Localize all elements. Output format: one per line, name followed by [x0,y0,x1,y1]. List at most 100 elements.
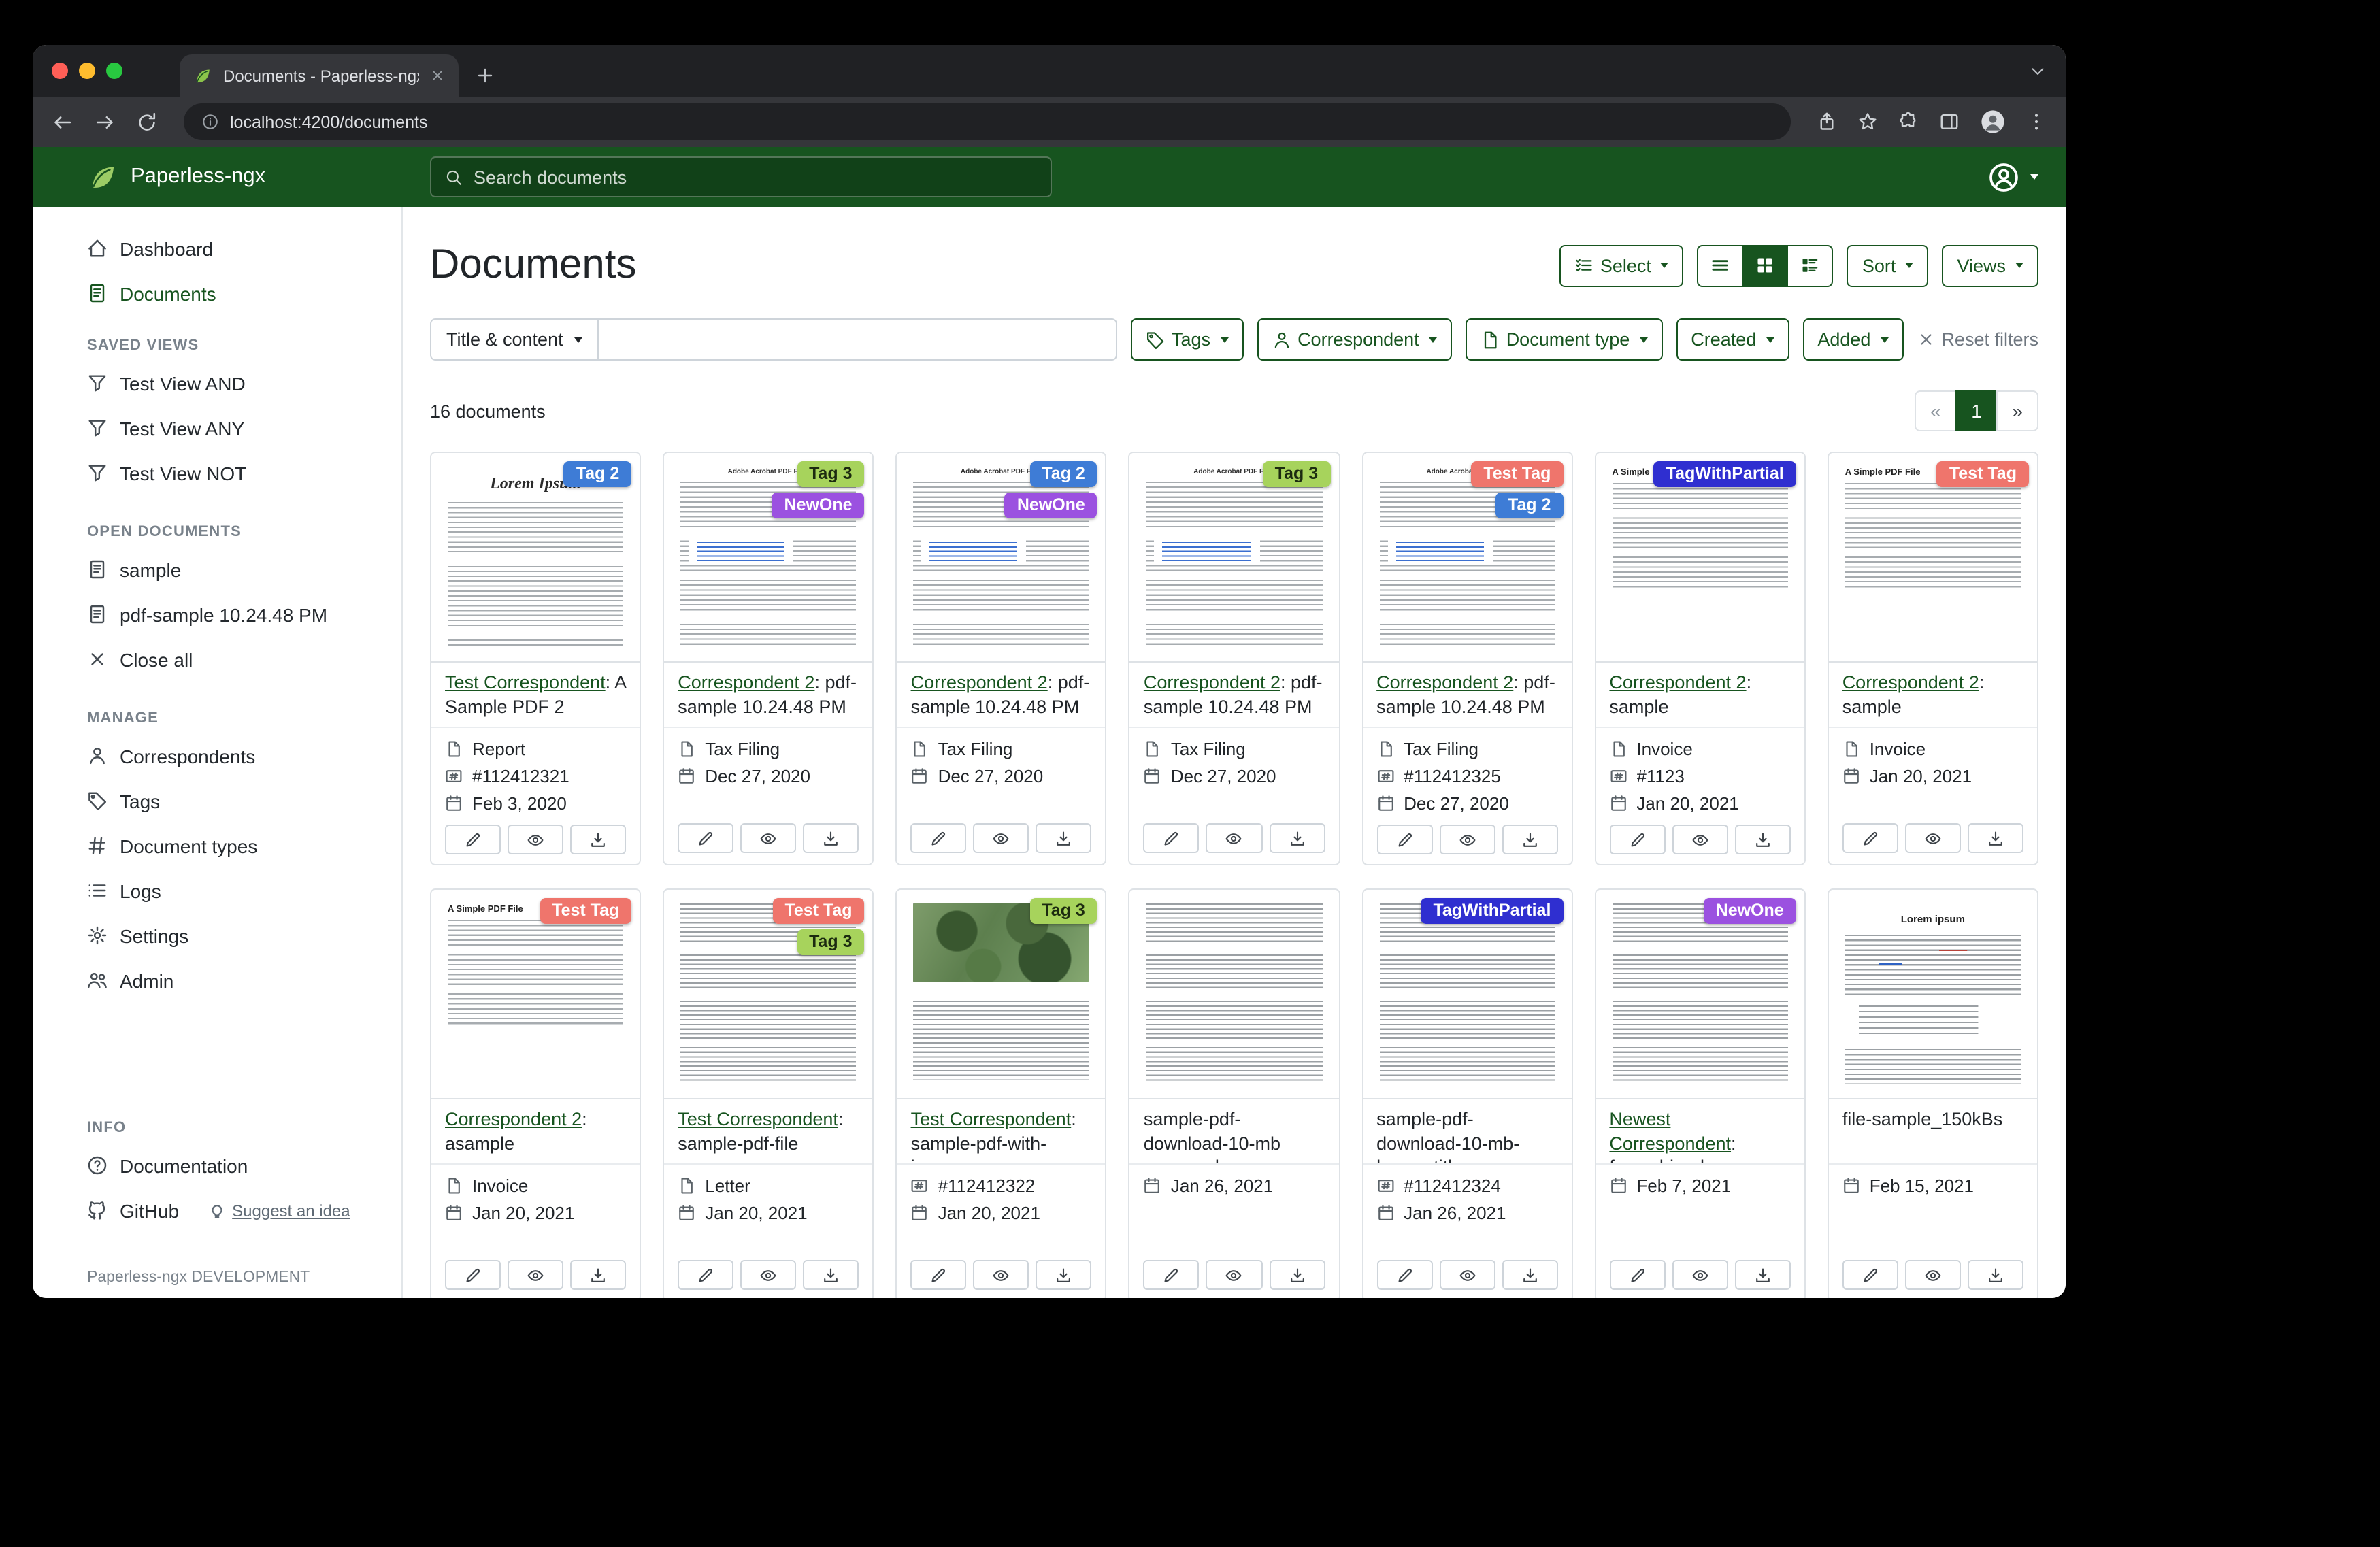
share-icon[interactable] [1817,112,1837,132]
document-thumbnail[interactable] [1130,890,1338,1099]
correspondent-filter-button[interactable]: Correspondent [1257,318,1452,361]
download-document-button[interactable] [1735,825,1791,854]
correspondent-link[interactable]: Test Correspondent [445,672,606,693]
download-document-button[interactable] [1269,1260,1325,1290]
edit-document-button[interactable] [911,823,967,853]
edit-document-button[interactable] [1144,1260,1200,1290]
edit-document-button[interactable] [1376,825,1432,854]
document-thumbnail[interactable]: NewOne [1596,890,1804,1099]
sort-button[interactable]: Sort [1847,244,1929,286]
correspondent-link[interactable]: Newest Correspondent [1609,1109,1731,1153]
tag-pill[interactable]: TagWithPartial [1421,898,1563,924]
view-document-button[interactable] [1905,1260,1961,1290]
view-document-button[interactable] [974,1260,1029,1290]
new-tab-icon[interactable] [475,65,495,86]
global-search[interactable] [430,156,1052,197]
document-type-filter-button[interactable]: Document type [1466,318,1663,361]
edit-document-button[interactable] [678,1260,733,1290]
select-button[interactable]: Select [1559,244,1684,286]
edit-document-button[interactable] [1376,1260,1432,1290]
view-document-button[interactable] [508,825,563,854]
tags-filter-button[interactable]: Tags [1131,318,1243,361]
added-filter-button[interactable]: Added [1802,318,1903,361]
edit-document-button[interactable] [1609,825,1665,854]
filter-field-selector-button[interactable]: Title & content [430,318,599,361]
document-thumbnail[interactable]: Lorem ipsum [1829,890,2037,1099]
sidebar-item-dashboard[interactable]: Dashboard [33,226,401,271]
download-document-button[interactable] [1269,823,1325,853]
document-card[interactable]: A Simple PDF File TagWithPartial Corresp… [1594,452,1805,865]
tag-pill[interactable]: Test Tag [1937,461,2029,487]
document-card[interactable]: Adobe Acrobat PDF Files Tag 3NewOne Corr… [663,452,874,865]
view-details-button[interactable] [1787,244,1834,286]
reset-filters-button[interactable]: Reset filters [1917,329,2038,350]
sidebar-item-saved-view[interactable]: Test View NOT [33,450,401,495]
document-thumbnail[interactable]: A Simple PDF File Test Tag [431,890,640,1099]
tag-pill[interactable]: Tag 2 [564,461,631,487]
view-document-button[interactable] [1206,1260,1262,1290]
sidebar-item-open-document[interactable]: pdf-sample 10.24.48 PM [33,592,401,637]
suggest-idea-link[interactable]: Suggest an idea [208,1201,350,1220]
document-card[interactable]: Adobe Acrobat PDF Files Test TagTag 2 Co… [1361,452,1572,865]
sidebar-item-saved-view[interactable]: Test View AND [33,361,401,405]
document-card[interactable]: Lorem Ipsum Tag 2 Test Correspondent: A … [430,452,641,865]
document-card[interactable]: NewOne Newest Correspondent: f_combineds… [1594,888,1805,1298]
document-thumbnail[interactable]: Adobe Acrobat PDF Files Tag 3 [1130,453,1338,663]
close-window-button[interactable] [52,63,68,79]
document-card[interactable]: sample-pdf-download-10-mb copy_red Jan 2… [1129,888,1340,1298]
view-document-button[interactable] [974,823,1029,853]
view-document-button[interactable] [508,1260,563,1290]
browser-menu-icon[interactable] [2026,112,2047,132]
correspondent-link[interactable]: Correspondent 2 [678,672,814,693]
edit-document-button[interactable] [445,1260,501,1290]
tag-pill[interactable]: Test Tag [1471,461,1563,487]
document-thumbnail[interactable]: Test Tag Tag 3 [664,890,872,1099]
sidebar-item-open-document[interactable]: sample [33,547,401,592]
edit-document-button[interactable] [911,1260,967,1290]
download-document-button[interactable] [803,1260,859,1290]
created-filter-button[interactable]: Created [1676,318,1789,361]
address-bar[interactable]: localhost:4200/documents [184,103,1791,140]
view-document-button[interactable] [1672,1260,1728,1290]
tab-close-icon[interactable] [430,68,445,83]
sidebar-item-tags[interactable]: Tags [33,778,401,823]
edit-document-button[interactable] [445,825,501,854]
sidebar-item-admin[interactable]: Admin [33,958,401,1003]
bookmark-star-icon[interactable] [1857,112,1878,132]
document-card[interactable]: TagWithPartial sample-pdf-download-10-mb… [1361,888,1572,1298]
view-document-button[interactable] [1672,825,1728,854]
sidebar-item-close-all[interactable]: Close all [33,637,401,682]
sidebar-item-document-types[interactable]: Document types [33,823,401,868]
minimize-window-button[interactable] [79,63,95,79]
reload-icon[interactable] [136,111,158,133]
view-document-button[interactable] [1439,825,1495,854]
edit-document-button[interactable] [1144,823,1200,853]
correspondent-link[interactable]: Correspondent 2 [1144,672,1280,693]
tag-pill[interactable]: NewOne [772,493,865,518]
download-document-button[interactable] [803,823,859,853]
tag-pill[interactable]: TagWithPartial [1654,461,1796,487]
view-document-button[interactable] [1439,1260,1495,1290]
document-thumbnail[interactable]: Lorem Ipsum Tag 2 [431,453,640,663]
view-document-button[interactable] [740,1260,796,1290]
view-grid-button[interactable] [1742,244,1789,286]
download-document-button[interactable] [570,1260,626,1290]
tag-pill[interactable]: Tag 3 [797,929,864,955]
document-card[interactable]: Lorem ipsum file-sample_150kBs Feb 15, 2… [1828,888,2038,1298]
correspondent-link[interactable]: Correspondent 2 [1842,672,1979,693]
correspondent-link[interactable]: Correspondent 2 [911,672,1048,693]
tag-pill[interactable]: Tag 3 [1029,898,1097,924]
views-button[interactable]: Views [1942,244,2038,286]
tag-pill[interactable]: Tag 2 [1495,493,1563,518]
download-document-button[interactable] [1036,823,1092,853]
correspondent-link[interactable]: Correspondent 2 [445,1109,582,1129]
download-document-button[interactable] [570,825,626,854]
sidebar-item-logs[interactable]: Logs [33,868,401,913]
tag-pill[interactable]: Test Tag [772,898,864,924]
download-document-button[interactable] [1502,1260,1557,1290]
document-card[interactable]: Adobe Acrobat PDF Files Tag 2NewOne Corr… [896,452,1107,865]
document-card[interactable]: Tag 3 Test Correspondent: sample-pdf-wit… [896,888,1107,1298]
view-document-button[interactable] [1206,823,1262,853]
document-card[interactable]: Adobe Acrobat PDF Files Tag 3 Correspond… [1129,452,1340,865]
tab-search-icon[interactable] [2029,62,2047,80]
